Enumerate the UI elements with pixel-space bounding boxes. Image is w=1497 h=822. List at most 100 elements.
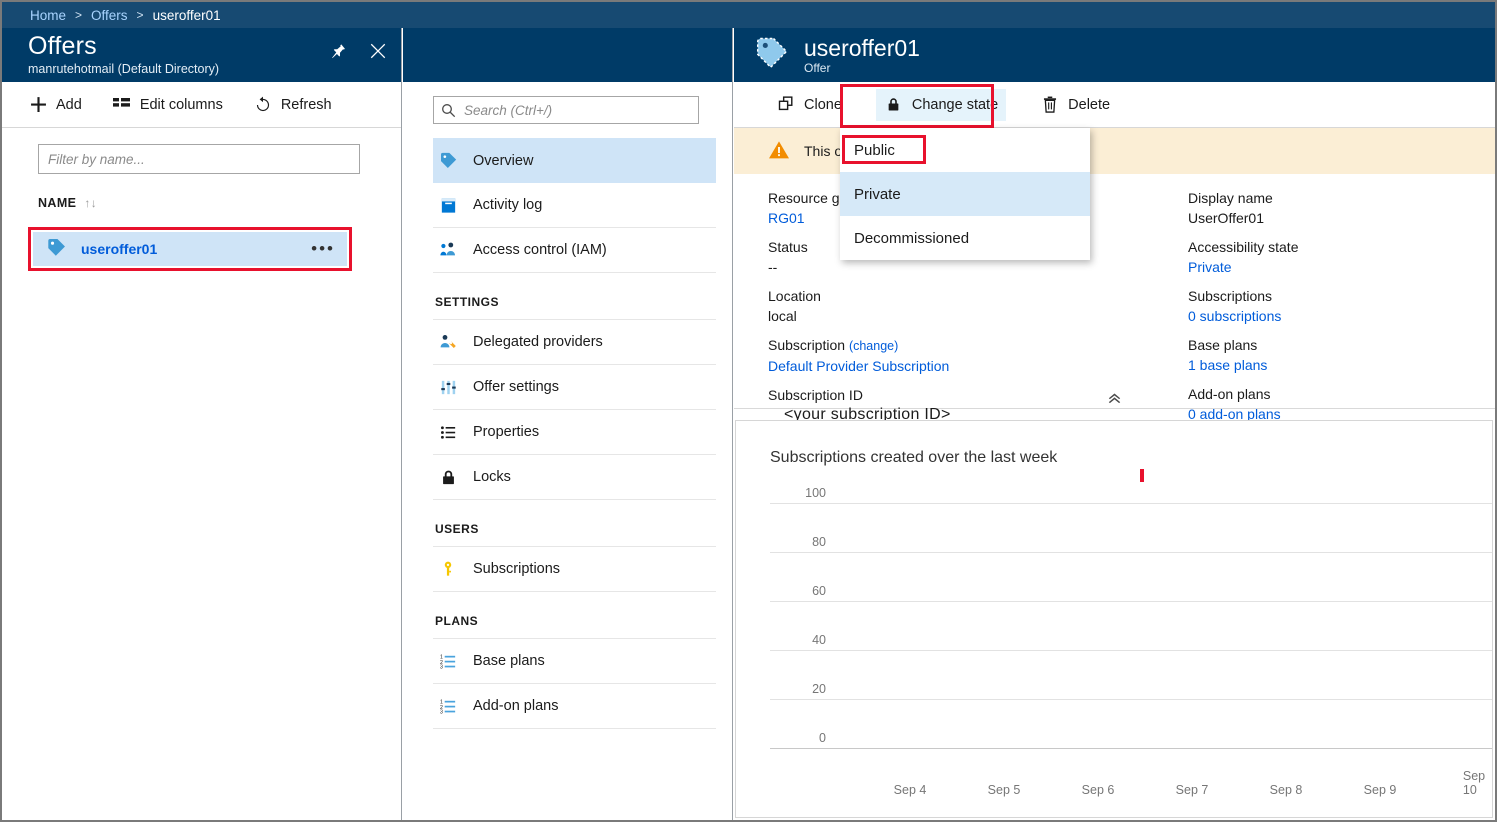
breadcrumb: Home > Offers > useroffer01 — [2, 2, 1495, 28]
y-axis-tick: 100 — [805, 486, 826, 500]
property-subscriptions: Subscriptions 0 subscriptions — [1188, 286, 1488, 326]
warning-text: This o — [804, 143, 843, 159]
x-axis-tick: Sep 5 — [987, 783, 1021, 797]
portal-root: Home > Offers > useroffer01 Offers manru… — [2, 2, 1495, 820]
sidebar-item-activity-log[interactable]: Activity log — [433, 183, 716, 228]
nav-group-users: USERS — [433, 500, 716, 547]
name-column-header[interactable]: NAME ↑↓ — [38, 196, 401, 210]
x-axis-tick: Sep 7 — [1175, 783, 1209, 797]
activity-log-icon — [437, 194, 459, 216]
breadcrumb-home[interactable]: Home — [30, 8, 66, 23]
property-value[interactable]: Default Provider Subscription — [768, 356, 1188, 376]
gridline — [770, 650, 1492, 651]
menu-search-container — [403, 82, 732, 124]
dropdown-item-public[interactable]: Public — [840, 128, 1090, 172]
sidebar-item-offer-settings[interactable]: Offer settings — [433, 365, 716, 410]
pin-icon[interactable] — [325, 38, 351, 64]
delete-button[interactable]: Delete — [1032, 89, 1118, 121]
property-add-on-plans: Add-on plans 0 add-on plans — [1188, 384, 1488, 424]
name-column-label: NAME — [38, 196, 77, 210]
sliders-icon — [437, 376, 459, 398]
offers-blade: Offers manrutehotmail (Default Directory… — [2, 28, 402, 820]
numbered-list-icon: 123 — [437, 650, 459, 672]
x-axis-tick: Sep 6 — [1081, 783, 1115, 797]
edit-columns-button[interactable]: Edit columns — [112, 95, 223, 115]
close-icon[interactable] — [365, 38, 391, 64]
delegated-providers-icon — [437, 331, 459, 353]
property-value[interactable]: 0 subscriptions — [1188, 306, 1488, 326]
columns-icon — [112, 95, 132, 115]
edit-columns-label: Edit columns — [139, 96, 223, 113]
property-key: Accessibility state — [1188, 239, 1299, 255]
numbered-list-icon: 123 — [437, 695, 459, 717]
dropdown-item-private[interactable]: Private — [840, 172, 1090, 216]
sidebar-item-label: Delegated providers — [473, 334, 603, 350]
refresh-icon — [253, 95, 273, 115]
change-state-button-label: Change state — [911, 96, 999, 113]
sidebar-item-delegated-providers[interactable]: Delegated providers — [433, 320, 716, 365]
sort-arrows-icon[interactable]: ↑↓ — [84, 196, 97, 210]
offer-blade-header: useroffer01 Offer — [734, 28, 1495, 82]
property-key-label: Subscription — [768, 337, 846, 353]
property-key: Display name — [1188, 190, 1273, 206]
properties-column-right: Display name UserOffer01 Accessibility s… — [1188, 188, 1488, 422]
breadcrumb-separator-icon: > — [136, 8, 144, 22]
sidebar-item-label: Overview — [473, 152, 534, 169]
property-display-name: Display name UserOffer01 — [1188, 188, 1488, 228]
sidebar-item-locks[interactable]: Locks — [433, 455, 716, 500]
nav-group-plans: PLANS — [433, 592, 716, 639]
property-location: Location local — [768, 286, 1188, 326]
change-subscription-link[interactable]: (change) — [849, 339, 898, 353]
resource-menu-header-spacer — [403, 28, 732, 82]
chart-title: Subscriptions created over the last week — [770, 449, 1058, 466]
blade-header-actions — [325, 38, 391, 64]
property-subscription: Subscription (change) Default Provider S… — [768, 335, 1188, 376]
clone-button-label: Clone — [804, 96, 842, 113]
access-control-icon — [437, 239, 459, 261]
y-axis-tick: 0 — [819, 731, 826, 745]
plus-icon — [28, 95, 48, 115]
resource-nav-list: Overview Activity log Access control (IA… — [403, 138, 732, 729]
search-box[interactable] — [433, 96, 699, 124]
property-key: Location — [768, 288, 821, 304]
trash-icon — [1040, 95, 1060, 115]
sidebar-item-subscriptions[interactable]: Subscriptions — [433, 547, 716, 592]
row-highlight-annotation — [28, 227, 352, 271]
breadcrumb-offers[interactable]: Offers — [91, 8, 128, 23]
nav-group-settings: SETTINGS — [433, 273, 716, 320]
sidebar-item-access-control[interactable]: Access control (IAM) — [433, 228, 716, 273]
key-icon — [437, 558, 459, 580]
chevron-double-up-icon — [1106, 391, 1123, 408]
property-value[interactable]: 1 base plans — [1188, 355, 1488, 375]
gridline — [770, 552, 1492, 553]
clone-button[interactable]: Clone — [768, 89, 850, 121]
sidebar-item-base-plans[interactable]: 123 Base plans — [433, 639, 716, 684]
lock-icon — [884, 95, 904, 115]
x-axis-line — [770, 748, 1492, 749]
gridline — [770, 601, 1492, 602]
change-state-button[interactable]: Change state — [875, 88, 1007, 121]
filter-input[interactable] — [38, 144, 360, 174]
sidebar-item-properties[interactable]: Properties — [433, 410, 716, 455]
property-value[interactable]: Private — [1188, 257, 1488, 277]
x-axis-tick: Sep 8 — [1269, 783, 1303, 797]
chart-plot-area: 100 80 60 40 20 0 Sep 4 Sep 5 Sep 6 Sep … — [736, 469, 1492, 797]
dropdown-item-decommissioned[interactable]: Decommissioned — [840, 216, 1090, 260]
refresh-button-label: Refresh — [280, 96, 332, 113]
search-input[interactable] — [462, 101, 698, 119]
change-state-dropdown: Public Private Decommissioned — [840, 128, 1090, 260]
refresh-button[interactable]: Refresh — [253, 95, 332, 115]
chart-legend-marker-icon — [1140, 469, 1144, 482]
y-axis-tick: 20 — [812, 682, 826, 696]
breadcrumb-current: useroffer01 — [152, 7, 221, 23]
sidebar-item-overview[interactable]: Overview — [433, 138, 716, 183]
lock-icon — [437, 466, 459, 488]
property-key: Base plans — [1188, 337, 1258, 353]
delete-button-label: Delete — [1068, 96, 1111, 113]
svg-text:3: 3 — [439, 709, 442, 715]
add-button[interactable]: Add — [28, 95, 82, 115]
sidebar-item-add-on-plans[interactable]: 123 Add-on plans — [433, 684, 716, 729]
tag-icon — [437, 150, 459, 172]
properties-list-icon — [437, 421, 459, 443]
svg-text:3: 3 — [439, 664, 442, 670]
